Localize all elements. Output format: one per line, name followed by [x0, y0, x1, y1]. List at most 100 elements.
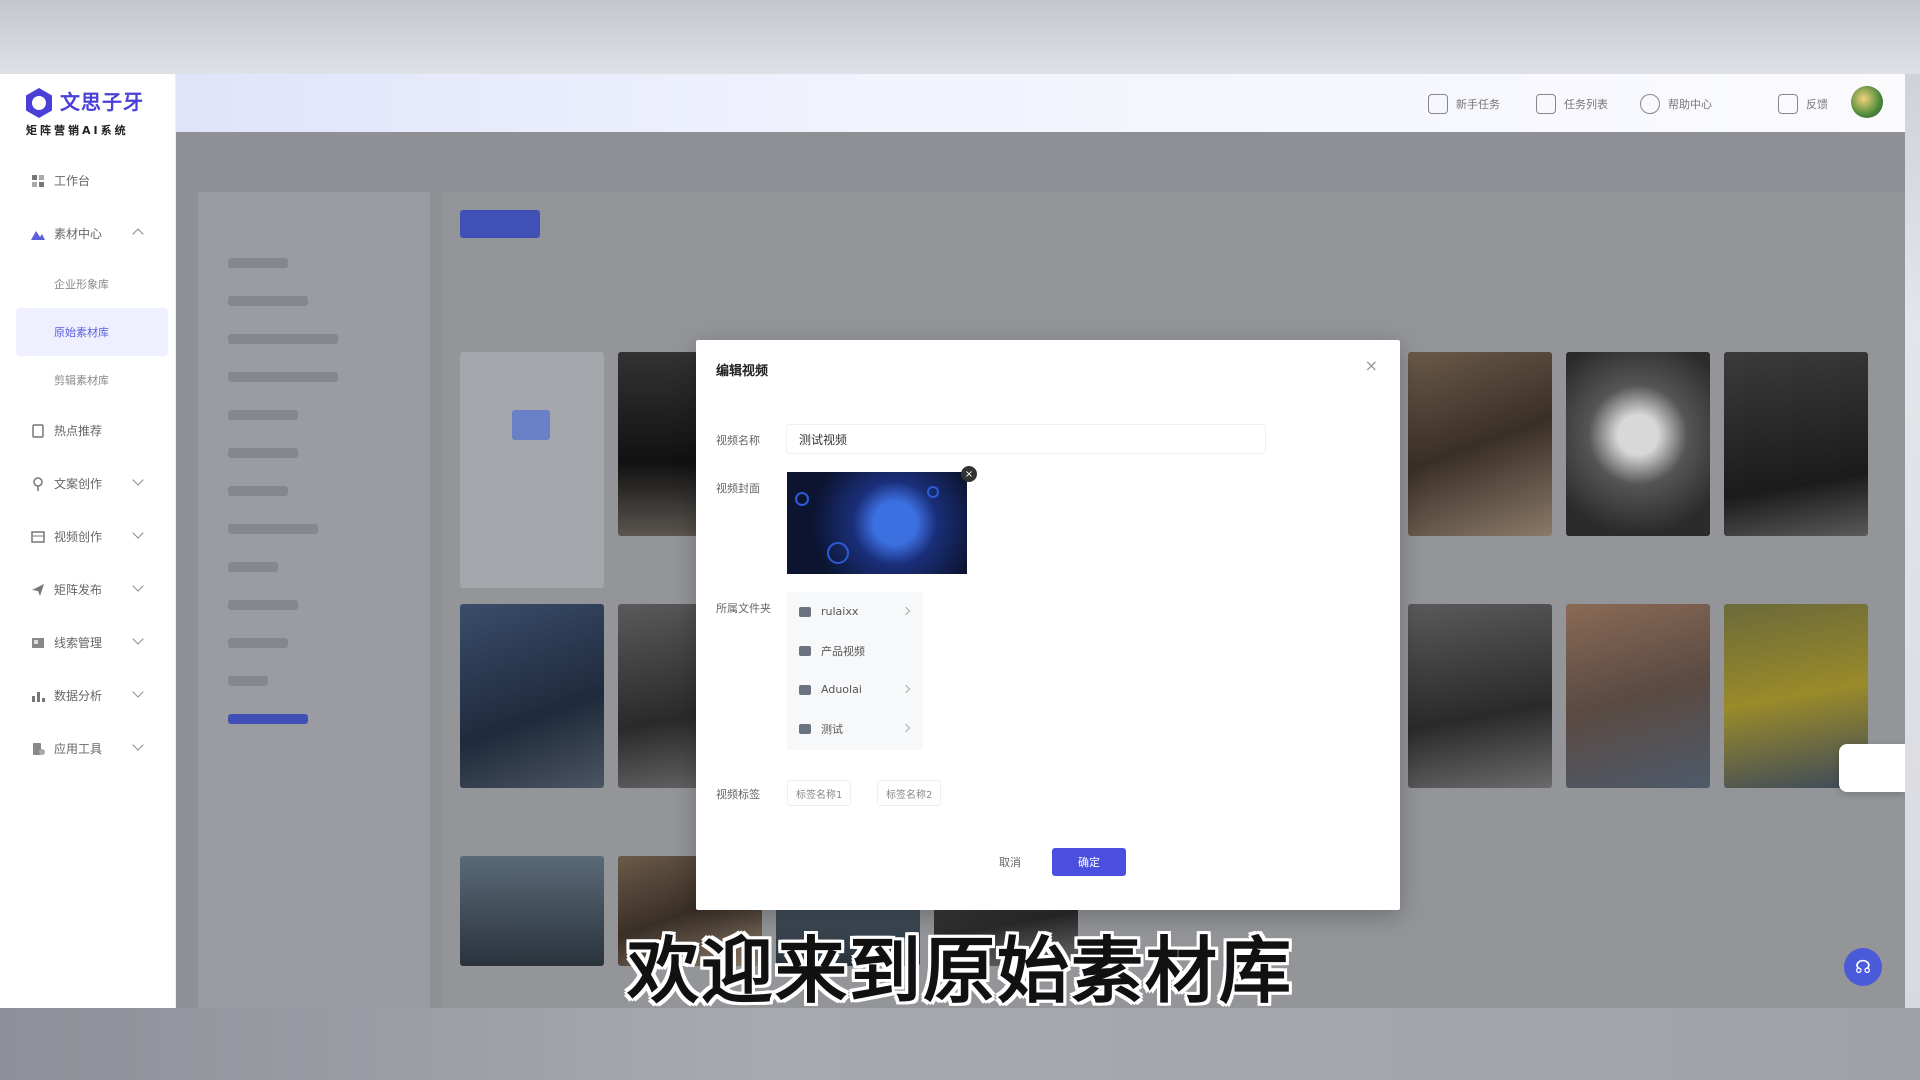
folder-icon	[799, 645, 811, 656]
folder-icon	[799, 606, 811, 617]
video-thumbnail[interactable]	[1566, 604, 1710, 788]
sidebar-subitem-enterprise-library[interactable]: 企业形象库	[0, 260, 176, 308]
video-thumbnail[interactable]	[460, 604, 604, 788]
tag-chip[interactable]: 标签名称1	[787, 780, 852, 806]
video-thumbnail[interactable]	[1408, 604, 1552, 788]
sidebar-item-label: 应用工具	[54, 742, 103, 756]
sidebar-subitem-label: 原始素材库	[54, 326, 109, 339]
list-icon	[1536, 94, 1556, 114]
sidebar-subitem-edit-library[interactable]: 剪辑素材库	[0, 356, 176, 404]
folder-card[interactable]	[460, 352, 604, 588]
chevron-down-icon	[132, 686, 144, 698]
logo-icon	[26, 88, 52, 118]
tree-row	[228, 714, 308, 724]
app-window: 文思子牙 矩阵营销AI系统 工作台 素材中心 企业形象库 原始素材库 剪辑素材库	[0, 74, 1905, 1008]
sidebar-item-hot[interactable]: 热点推荐	[0, 404, 176, 457]
video-subtitle-caption: 欢迎来到原始素材库	[626, 929, 1293, 1013]
modal-title: 编辑视频	[716, 364, 769, 379]
tag-chip[interactable]: 标签名称2	[877, 780, 942, 806]
help-icon	[1640, 94, 1660, 114]
video-name-input[interactable]: 测试视频	[786, 424, 1266, 454]
sidebar-item-analytics[interactable]: 数据分析	[0, 669, 176, 722]
fire-icon	[30, 423, 46, 439]
video-thumbnail[interactable]	[1724, 352, 1868, 536]
chevron-down-icon	[132, 633, 144, 645]
folder-option-label: Aduolai	[821, 683, 862, 696]
sidebar-item-label: 视频创作	[54, 530, 103, 544]
folder-label: 所属文件夹	[716, 602, 771, 615]
upload-button[interactable]	[460, 210, 540, 238]
close-icon[interactable]: ×	[1365, 356, 1378, 375]
sidebar-item-video-creation[interactable]: 视频创作	[0, 510, 176, 563]
brand-logo: 文思子牙 矩阵营销AI系统	[22, 84, 172, 140]
sidebar-item-material-center[interactable]: 素材中心	[0, 207, 176, 260]
tree-row	[228, 486, 288, 496]
video-thumbnail[interactable]	[1408, 352, 1552, 536]
folder-option-label: rulaixx	[821, 605, 859, 618]
send-icon	[30, 582, 46, 598]
video-cover-label: 视频封面	[716, 482, 760, 495]
cover-decoration	[795, 492, 809, 506]
video-frame-bottom	[0, 1008, 1920, 1080]
sidebar-item-label: 文案创作	[54, 477, 103, 491]
tree-row	[228, 296, 308, 306]
image-icon	[30, 226, 46, 242]
chevron-right-icon	[901, 684, 911, 694]
folder-option[interactable]: 产品视频	[787, 631, 923, 670]
pen-icon	[30, 476, 46, 492]
sidebar-item-workbench[interactable]: 工作台	[0, 154, 176, 207]
folder-icon	[512, 410, 550, 440]
tree-row	[228, 676, 268, 686]
tree-row	[228, 638, 288, 648]
folder-option[interactable]: rulaixx	[787, 592, 923, 631]
chevron-down-icon	[132, 527, 144, 539]
header-feedback-button[interactable]: 反馈	[1778, 90, 1828, 118]
top-header: 新手任务 任务列表 帮助中心 反馈	[176, 74, 1905, 132]
cancel-button[interactable]: 取消	[980, 848, 1040, 876]
chevron-up-icon	[132, 228, 144, 240]
chevron-right-icon	[901, 606, 911, 616]
mail-icon	[1778, 94, 1798, 114]
sidebar-item-tools[interactable]: 应用工具	[0, 722, 176, 775]
header-action-label: 帮助中心	[1668, 98, 1712, 111]
chevron-right-icon	[901, 723, 911, 733]
dashboard-icon	[30, 173, 46, 189]
confirm-button[interactable]: 确定	[1052, 848, 1126, 876]
folder-option[interactable]: 测试	[787, 709, 923, 748]
sidebar-item-copywriting[interactable]: 文案创作	[0, 457, 176, 510]
sidebar-item-label: 素材中心	[54, 227, 103, 241]
video-tags-label: 视频标签	[716, 788, 760, 801]
folder-option[interactable]: Aduolai	[787, 670, 923, 709]
header-task-list-button[interactable]: 任务列表	[1536, 90, 1608, 118]
remove-cover-icon[interactable]: ×	[961, 466, 977, 482]
tree-row	[228, 372, 338, 382]
cover-decoration	[927, 486, 939, 498]
tree-row	[228, 524, 318, 534]
sidebar-item-label: 线索管理	[54, 636, 103, 650]
tree-row	[228, 600, 298, 610]
sidebar-subitem-raw-library[interactable]: 原始素材库	[16, 308, 168, 356]
task-icon	[1428, 94, 1448, 114]
sidebar-item-label: 热点推荐	[54, 424, 103, 438]
sidebar-item-leads[interactable]: 线索管理	[0, 616, 176, 669]
sidebar-item-matrix-publish[interactable]: 矩阵发布	[0, 563, 176, 616]
tree-row	[228, 258, 288, 268]
sidebar-item-label: 矩阵发布	[54, 583, 103, 597]
header-action-label: 反馈	[1806, 98, 1828, 111]
chevron-down-icon	[132, 739, 144, 751]
folder-tree-panel	[198, 192, 430, 1008]
floating-tools-widget[interactable]	[1839, 744, 1905, 792]
sidebar-menu: 工作台 素材中心 企业形象库 原始素材库 剪辑素材库 热点推荐 文案创作 视频创…	[0, 154, 176, 775]
tools-icon	[30, 741, 46, 757]
folder-option-label: 测试	[821, 722, 843, 736]
video-thumbnail[interactable]	[1566, 352, 1710, 536]
chevron-down-icon	[132, 474, 144, 486]
sidebar-item-label: 工作台	[54, 174, 91, 188]
video-cover-image[interactable]	[787, 472, 967, 574]
header-help-center-button[interactable]: 帮助中心	[1640, 90, 1712, 118]
header-novice-task-button[interactable]: 新手任务	[1428, 90, 1500, 118]
video-name-label: 视频名称	[716, 434, 760, 447]
tree-row	[228, 448, 298, 458]
avatar[interactable]	[1851, 86, 1883, 118]
tree-row	[228, 410, 298, 420]
